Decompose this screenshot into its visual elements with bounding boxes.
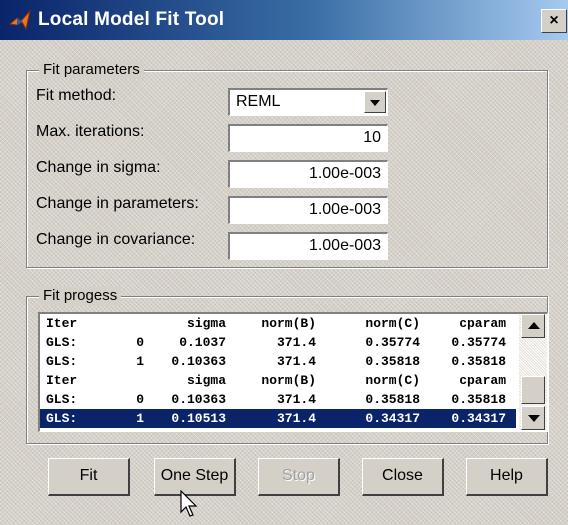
window-title: Local Model Fit Tool: [38, 9, 225, 30]
list-item[interactable]: GLS: 0 0.10363 371.4 0.35818 0.35818: [40, 390, 516, 409]
row-label: Iter: [46, 373, 78, 388]
change-sigma-input[interactable]: 1.00e-003: [228, 160, 388, 188]
cparam-value: 0.35774: [451, 335, 506, 350]
norm-c-value: 0.35774: [365, 335, 420, 350]
scroll-thumb[interactable]: [521, 376, 545, 404]
cparam-value: 0.34317: [451, 411, 506, 426]
close-icon: ×: [549, 12, 559, 29]
cparam-value: 0.35818: [451, 354, 506, 369]
row-label: GLS:: [46, 392, 78, 407]
max-iterations-label: Max. iterations:: [36, 123, 145, 140]
cparam-value: cparam: [459, 373, 506, 388]
fit-method-select[interactable]: REML: [228, 88, 388, 116]
norm-b-value: 371.4: [276, 354, 316, 369]
fit-progress-title: Fit progess: [39, 287, 122, 305]
norm-c-value: 0.35818: [365, 354, 420, 369]
cparam-value: cparam: [459, 316, 506, 331]
sigma-value: 0.10363: [171, 354, 226, 369]
sigma-value: sigma: [186, 316, 226, 331]
chevron-down-icon[interactable]: [364, 91, 386, 113]
fit-method-value: REML: [236, 93, 281, 110]
norm-b-value: 371.4: [276, 392, 316, 407]
mouse-cursor-icon: [180, 490, 198, 517]
norm-b-value: 371.4: [276, 411, 316, 426]
row-label: GLS:: [46, 335, 78, 350]
norm-c-value: 0.34317: [365, 411, 420, 426]
matlab-logo-icon: [8, 9, 31, 31]
list-item[interactable]: GLS: 1 0.10513 371.4 0.34317 0.34317: [40, 409, 516, 428]
iter-number: 1: [136, 411, 144, 426]
list-item[interactable]: Iter sigma norm(B) norm(C) cparam: [40, 314, 516, 333]
close-window-button[interactable]: ×: [541, 9, 567, 33]
title-bar: Local Model Fit Tool ×: [0, 0, 568, 40]
max-iterations-input[interactable]: 10: [228, 124, 388, 152]
stop-button[interactable]: Stop: [258, 458, 340, 496]
fit-button[interactable]: Fit: [48, 458, 130, 496]
scroll-down-arrow-icon[interactable]: [521, 406, 545, 430]
norm-b-value: norm(B): [261, 316, 316, 331]
change-sigma-label: Change in sigma:: [36, 159, 161, 176]
list-item[interactable]: Iter sigma norm(B) norm(C) cparam: [40, 371, 516, 390]
fit-parameters-title: Fit parameters: [39, 61, 144, 79]
row-label: GLS:: [46, 411, 78, 426]
cparam-value: 0.35818: [451, 392, 506, 407]
scroll-up-arrow-icon[interactable]: [521, 314, 545, 338]
change-parameters-input[interactable]: 1.00e-003: [228, 196, 388, 224]
norm-b-value: norm(B): [261, 373, 316, 388]
row-label: Iter: [46, 316, 78, 331]
close-button[interactable]: Close: [362, 458, 444, 496]
fit-method-label: Fit method:: [36, 87, 117, 104]
help-button[interactable]: Help: [466, 458, 548, 496]
list-item[interactable]: GLS: 1 0.10363 371.4 0.35818 0.35818: [40, 352, 516, 371]
sigma-value: 0.10513: [171, 411, 226, 426]
sigma-value: sigma: [186, 373, 226, 388]
iter-number: 1: [136, 354, 144, 369]
list-item[interactable]: GLS: 0 0.1037 371.4 0.35774 0.35774: [40, 333, 516, 352]
sigma-value: 0.1037: [179, 335, 226, 350]
fit-progress-list[interactable]: Iter sigma norm(B) norm(C) cparam GLS: 0 0.1037…: [38, 312, 548, 432]
iter-number: 0: [136, 335, 144, 350]
fit-progress-rows: Iter sigma norm(B) norm(C) cparam GLS: 0 0.1037…: [40, 314, 516, 428]
change-parameters-label: Change in parameters:: [36, 195, 199, 212]
norm-c-value: 0.35818: [365, 392, 420, 407]
iter-number: 0: [136, 392, 144, 407]
norm-c-value: norm(C): [365, 373, 420, 388]
norm-b-value: 371.4: [276, 335, 316, 350]
change-covariance-label: Change in covariance:: [36, 231, 196, 248]
change-covariance-input[interactable]: 1.00e-003: [228, 232, 388, 260]
sigma-value: 0.10363: [171, 392, 226, 407]
list-scrollbar[interactable]: [519, 314, 547, 430]
norm-c-value: norm(C): [365, 316, 420, 331]
row-label: GLS:: [46, 354, 78, 369]
